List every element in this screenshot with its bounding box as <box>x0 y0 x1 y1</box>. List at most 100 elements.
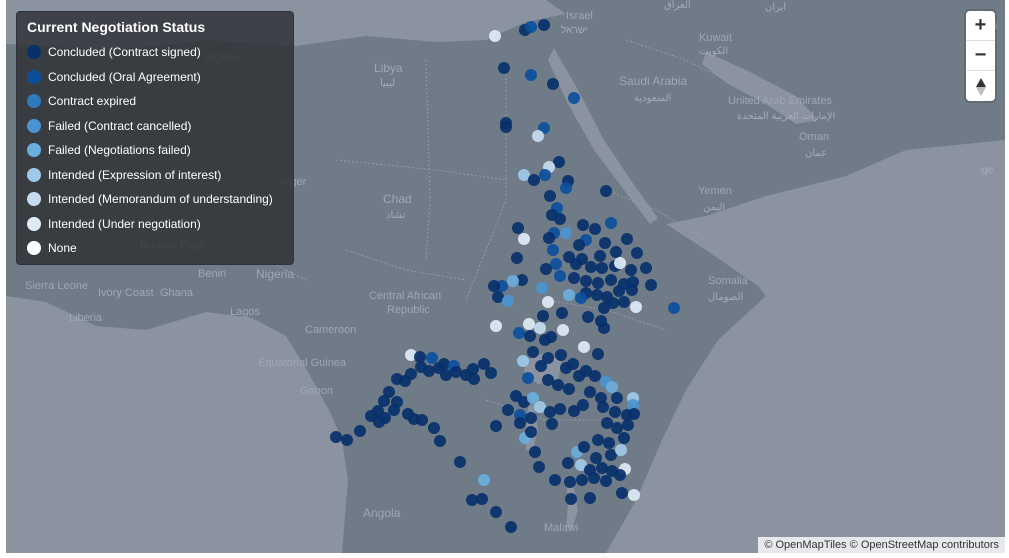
deal-marker[interactable] <box>330 431 342 443</box>
deal-marker[interactable] <box>542 296 554 308</box>
deal-marker[interactable] <box>592 348 604 360</box>
deal-marker[interactable] <box>552 379 564 391</box>
deal-marker[interactable] <box>525 426 537 438</box>
deal-marker[interactable] <box>490 420 502 432</box>
deal-marker[interactable] <box>476 493 488 505</box>
deal-marker[interactable] <box>533 461 545 473</box>
deal-marker[interactable] <box>592 434 604 446</box>
deal-marker[interactable] <box>618 296 630 308</box>
deal-marker[interactable] <box>489 30 501 42</box>
deal-marker[interactable] <box>391 373 403 385</box>
deal-marker[interactable] <box>605 217 617 229</box>
deal-marker[interactable] <box>573 239 585 251</box>
deal-marker[interactable] <box>605 274 617 286</box>
deal-marker[interactable] <box>535 360 547 372</box>
deal-marker[interactable] <box>564 476 576 488</box>
deal-marker[interactable] <box>640 262 652 274</box>
deal-marker[interactable] <box>600 185 612 197</box>
deal-marker[interactable] <box>543 232 555 244</box>
deal-marker[interactable] <box>562 457 574 469</box>
deal-marker[interactable] <box>597 401 609 413</box>
deal-marker[interactable] <box>614 469 626 481</box>
deal-marker[interactable] <box>556 307 568 319</box>
deal-marker[interactable] <box>505 521 517 533</box>
deal-marker[interactable] <box>525 21 537 33</box>
deal-marker[interactable] <box>490 506 502 518</box>
deal-marker[interactable] <box>524 330 536 342</box>
deal-marker[interactable] <box>546 418 558 430</box>
deal-marker[interactable] <box>603 437 615 449</box>
deal-marker[interactable] <box>488 280 500 292</box>
deal-marker[interactable] <box>578 441 590 453</box>
deal-marker[interactable] <box>341 434 353 446</box>
deal-marker[interactable] <box>607 297 619 309</box>
deal-marker[interactable] <box>539 334 551 346</box>
deal-marker[interactable] <box>523 318 535 330</box>
deal-marker[interactable] <box>539 169 551 181</box>
deal-marker[interactable] <box>415 361 427 373</box>
deal-marker[interactable] <box>378 395 390 407</box>
deal-marker[interactable] <box>500 121 512 133</box>
deal-marker[interactable] <box>426 352 438 364</box>
deal-marker[interactable] <box>668 302 680 314</box>
deal-marker[interactable] <box>513 327 525 339</box>
deal-marker[interactable] <box>645 279 657 291</box>
deal-marker[interactable] <box>485 367 497 379</box>
deal-marker[interactable] <box>563 289 575 301</box>
zoom-out-button[interactable]: − <box>966 41 995 71</box>
deal-marker[interactable] <box>618 432 630 444</box>
deal-marker[interactable] <box>577 399 589 411</box>
deal-marker[interactable] <box>573 370 585 382</box>
deal-marker[interactable] <box>560 182 572 194</box>
deal-marker[interactable] <box>565 493 577 505</box>
deal-marker[interactable] <box>614 257 626 269</box>
zoom-in-button[interactable]: + <box>966 11 995 41</box>
deal-marker[interactable] <box>502 295 514 307</box>
deal-marker[interactable] <box>525 69 537 81</box>
deal-marker[interactable] <box>525 412 537 424</box>
deal-marker[interactable] <box>554 403 566 415</box>
deal-marker[interactable] <box>532 130 544 142</box>
deal-marker[interactable] <box>511 252 523 264</box>
deal-marker[interactable] <box>599 237 611 249</box>
deal-marker[interactable] <box>549 474 561 486</box>
deal-marker[interactable] <box>554 213 566 225</box>
deal-marker[interactable] <box>584 386 596 398</box>
deal-marker[interactable] <box>538 19 550 31</box>
reset-bearing-button[interactable] <box>966 71 995 102</box>
deal-marker[interactable] <box>522 372 534 384</box>
deal-marker[interactable] <box>611 422 623 434</box>
deal-marker[interactable] <box>589 370 601 382</box>
deal-marker[interactable] <box>585 261 597 273</box>
deal-marker[interactable] <box>588 472 600 484</box>
deal-marker[interactable] <box>575 292 587 304</box>
deal-marker[interactable] <box>416 414 428 426</box>
deal-marker[interactable] <box>577 219 589 231</box>
deal-marker[interactable] <box>529 446 541 458</box>
deal-marker[interactable] <box>615 444 627 456</box>
deal-marker[interactable] <box>512 222 524 234</box>
deal-marker[interactable] <box>540 263 552 275</box>
deal-marker[interactable] <box>610 246 622 258</box>
deal-marker[interactable] <box>528 174 540 186</box>
deal-marker[interactable] <box>589 223 601 235</box>
deal-marker[interactable] <box>626 284 638 296</box>
deal-marker[interactable] <box>592 277 604 289</box>
deal-marker[interactable] <box>622 419 634 431</box>
deal-marker[interactable] <box>554 270 566 282</box>
deal-marker[interactable] <box>570 258 582 270</box>
deal-marker[interactable] <box>563 383 575 395</box>
deal-marker[interactable] <box>628 408 640 420</box>
deal-marker[interactable] <box>536 282 548 294</box>
deal-marker[interactable] <box>490 320 502 332</box>
deal-marker[interactable] <box>568 272 580 284</box>
deal-marker[interactable] <box>631 247 643 259</box>
deal-marker[interactable] <box>621 233 633 245</box>
deal-marker[interactable] <box>557 324 569 336</box>
deal-marker[interactable] <box>391 396 403 408</box>
deal-marker[interactable] <box>630 301 642 313</box>
deal-marker[interactable] <box>379 412 391 424</box>
deal-marker[interactable] <box>428 422 440 434</box>
deal-marker[interactable] <box>547 78 559 90</box>
deal-marker[interactable] <box>611 392 623 404</box>
